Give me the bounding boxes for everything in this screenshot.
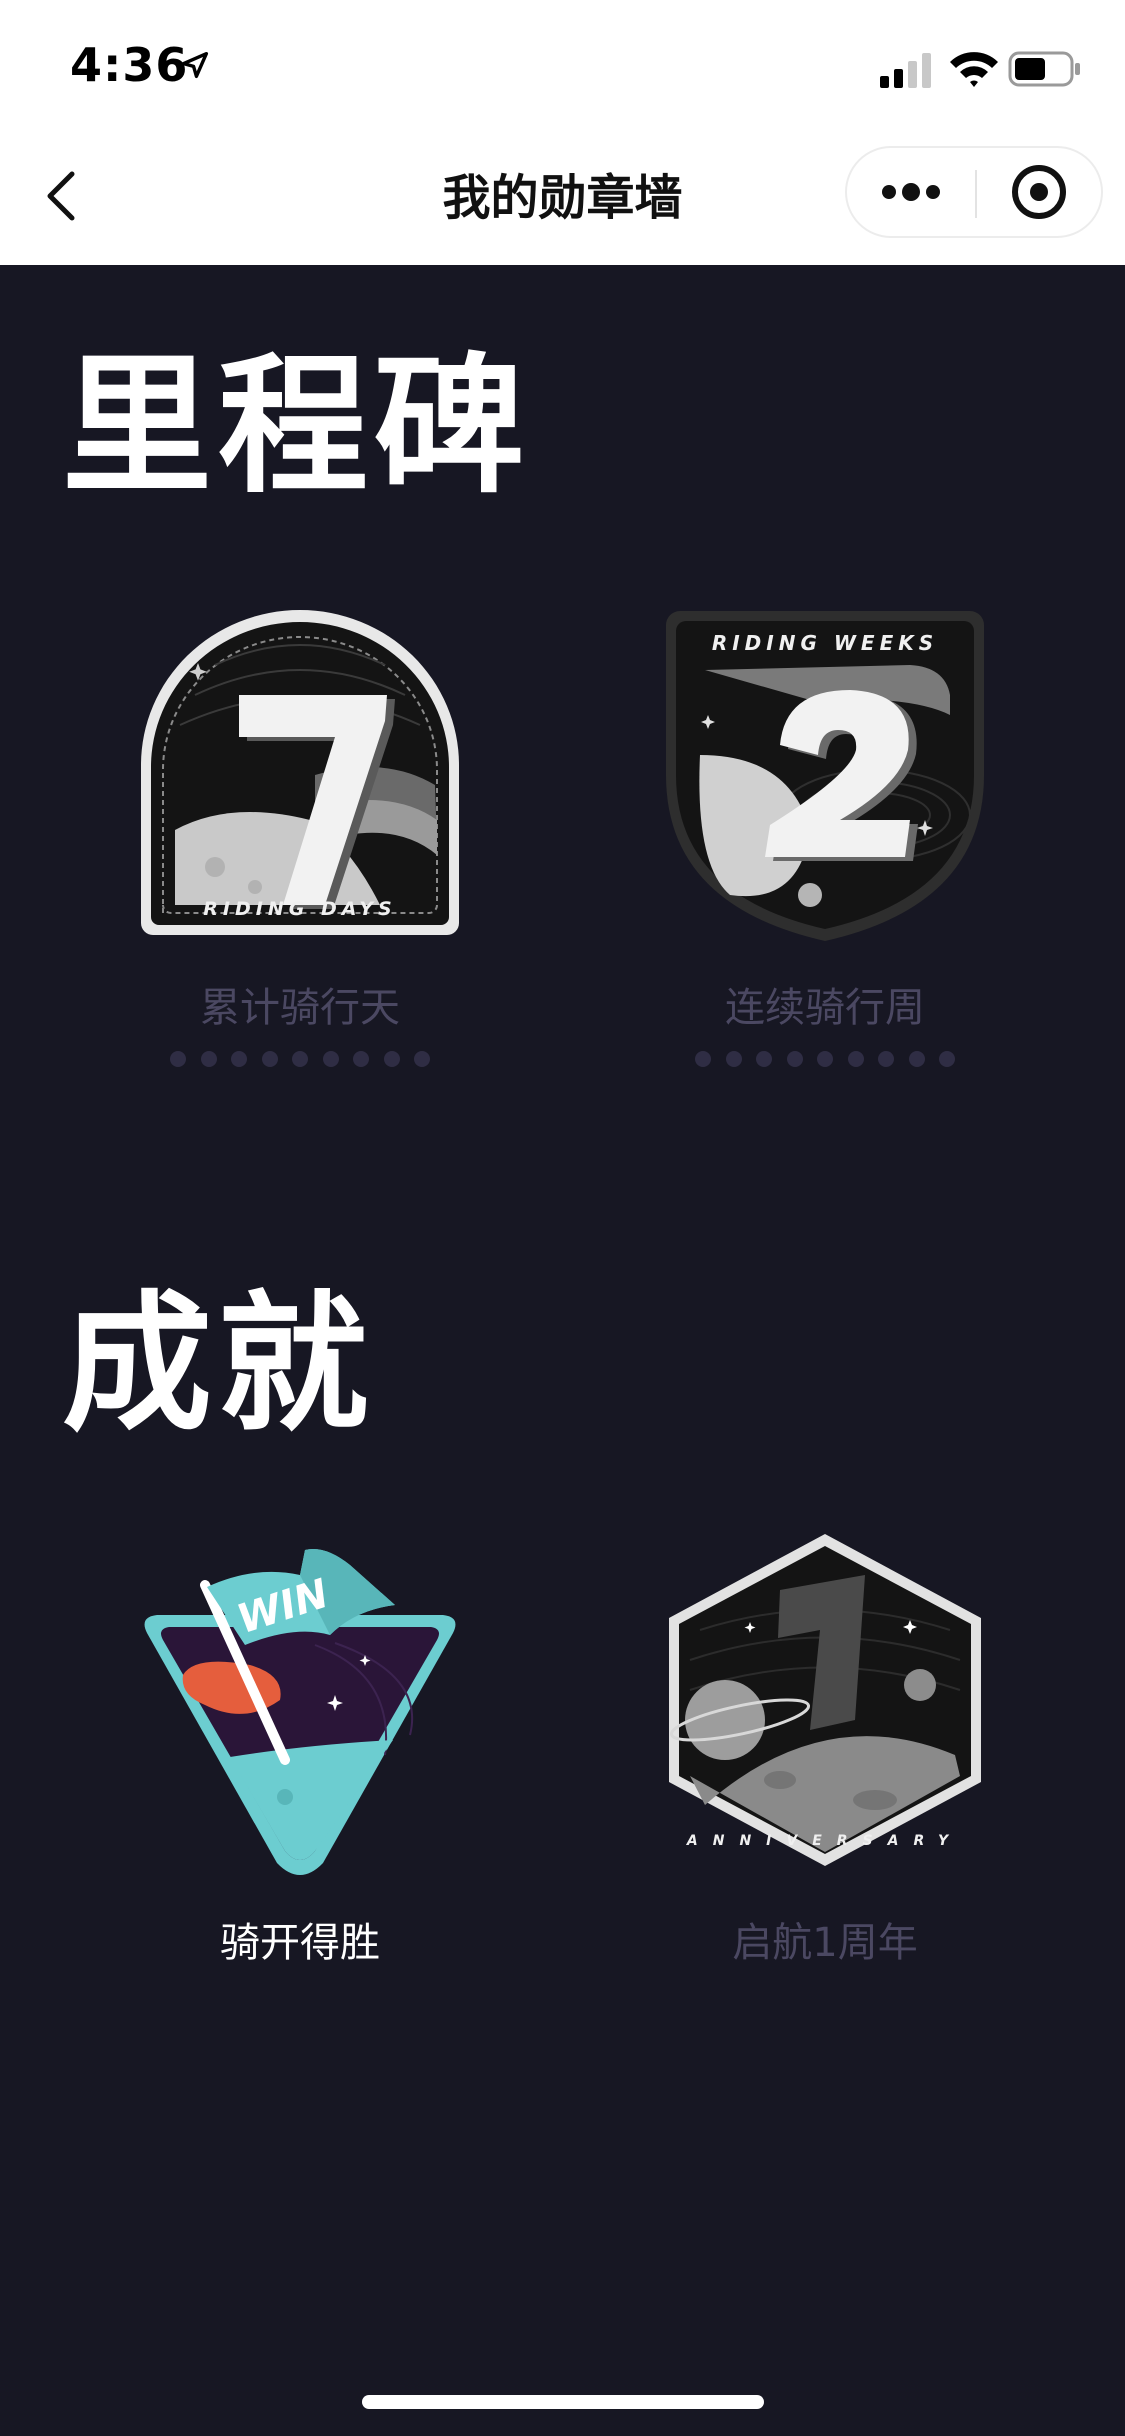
cellular-signal-icon — [880, 53, 931, 88]
riding-weeks-caption: RIDING WEEKS — [712, 631, 938, 655]
anniversary-caption: ANNIVERSARY — [686, 1833, 963, 1849]
close-mini-program-button[interactable] — [977, 148, 1101, 236]
status-bar: 4:36 — [0, 0, 1125, 130]
riding-weeks-label: 连续骑行周 — [725, 985, 925, 1031]
riding-days-caption: RIDING DAYS — [203, 898, 396, 920]
milestones-section-title: 里程碑 — [62, 340, 531, 514]
win-badge[interactable]: WIN — [135, 1535, 465, 1875]
status-time: 4:36 — [70, 38, 189, 92]
home-indicator — [362, 2395, 764, 2409]
mini-program-capsule — [845, 146, 1103, 238]
anniversary-label: 启航1周年 — [732, 1920, 918, 1966]
more-dots-icon — [882, 183, 940, 201]
location-arrow-icon — [181, 51, 209, 79]
riding-days-label: 累计骑行天 — [200, 985, 400, 1031]
riding-days-badge[interactable]: RIDING DAYS — [135, 605, 465, 945]
riding-weeks-progress-dots — [625, 1051, 1025, 1071]
battery-icon — [1008, 51, 1080, 87]
riding-weeks-badge[interactable]: RIDING WEEKS — [660, 605, 990, 945]
win-label: 骑开得胜 — [220, 1920, 380, 1966]
achievements-section-title: 成就 — [62, 1278, 375, 1452]
wifi-icon — [950, 52, 998, 87]
more-button[interactable] — [847, 148, 975, 236]
target-circle-icon — [1012, 165, 1066, 219]
anniversary-badge[interactable]: ANNIVERSARY — [660, 1530, 990, 1870]
riding-days-progress-dots — [100, 1051, 500, 1071]
